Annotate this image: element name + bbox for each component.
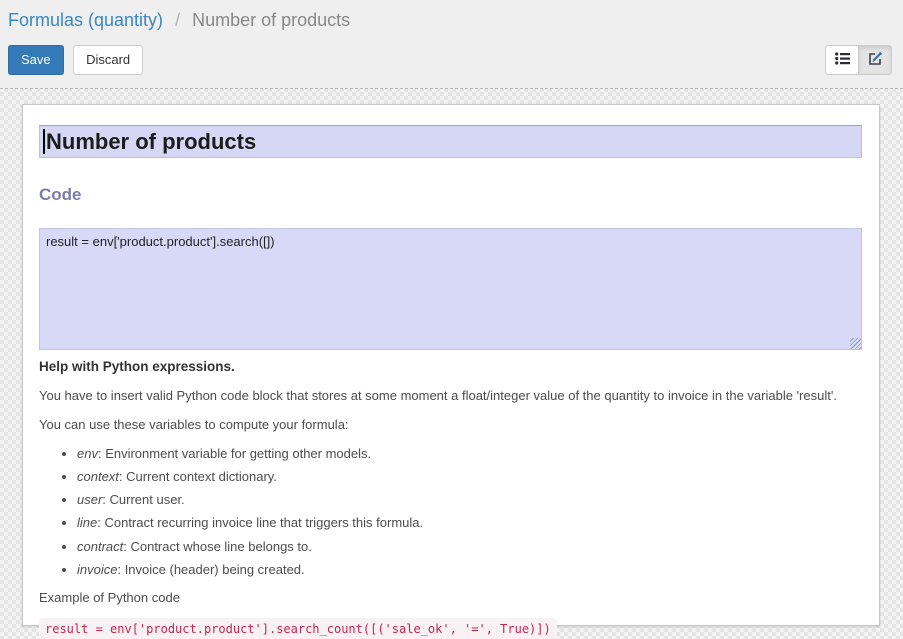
record-name-input[interactable] xyxy=(39,125,862,158)
variable-name: env xyxy=(77,446,98,461)
variable-name: context xyxy=(77,469,119,484)
discard-button[interactable]: Discard xyxy=(73,45,143,75)
text-cursor xyxy=(43,129,45,154)
edit-icon xyxy=(868,51,883,69)
breadcrumb-current: Number of products xyxy=(192,10,350,30)
variable-desc: : Current context dictionary. xyxy=(119,469,277,484)
control-panel: Formulas (quantity) / Number of products… xyxy=(0,0,903,89)
variable-desc: : Environment variable for getting other… xyxy=(98,446,371,461)
list-item: user: Current user. xyxy=(77,491,862,509)
help-section: Help with Python expressions. You have t… xyxy=(39,358,862,639)
variable-desc: : Invoice (header) being created. xyxy=(117,562,304,577)
save-button[interactable]: Save xyxy=(8,45,64,75)
list-item: context: Current context dictionary. xyxy=(77,468,862,486)
variable-name: line xyxy=(77,515,97,530)
variable-name: invoice xyxy=(77,562,117,577)
list-icon xyxy=(835,52,850,68)
breadcrumb-separator: / xyxy=(175,10,180,30)
variable-desc: : Contract recurring invoice line that t… xyxy=(97,515,423,530)
record-name-field xyxy=(39,125,862,158)
variable-name: user xyxy=(77,492,102,507)
variable-name: contract xyxy=(77,539,123,554)
example-code-snippet: result = env['product.product'].search_c… xyxy=(39,618,557,639)
breadcrumb: Formulas (quantity) / Number of products xyxy=(8,8,893,32)
list-item: line: Contract recurring invoice line th… xyxy=(77,514,862,532)
help-heading: Help with Python expressions. xyxy=(39,358,862,376)
variable-desc: : Current user. xyxy=(102,492,184,507)
form-buttons: Save Discard xyxy=(8,45,143,75)
list-item: invoice: Invoice (header) being created. xyxy=(77,561,862,579)
example-label: Example of Python code xyxy=(39,589,862,607)
form-edit-view-button[interactable] xyxy=(858,45,892,75)
textarea-resize-handle[interactable] xyxy=(850,338,861,349)
formula-code-textarea[interactable]: result = env['product.product'].search([… xyxy=(39,228,862,350)
variables-intro-text: You can use these variables to compute y… xyxy=(39,416,862,434)
help-intro-text: You have to insert valid Python code blo… xyxy=(39,387,862,405)
view-switcher xyxy=(825,45,892,75)
breadcrumb-parent-link[interactable]: Formulas (quantity) xyxy=(8,10,163,30)
variables-list: env: Environment variable for getting ot… xyxy=(39,445,862,578)
list-item: env: Environment variable for getting ot… xyxy=(77,445,862,463)
list-item: contract: Contract whose line belongs to… xyxy=(77,538,862,556)
form-sheet: Code result = env['product.product'].sea… xyxy=(22,104,880,626)
variable-desc: : Contract whose line belongs to. xyxy=(123,539,312,554)
code-section-heading: Code xyxy=(39,185,862,205)
list-view-button[interactable] xyxy=(825,45,859,75)
